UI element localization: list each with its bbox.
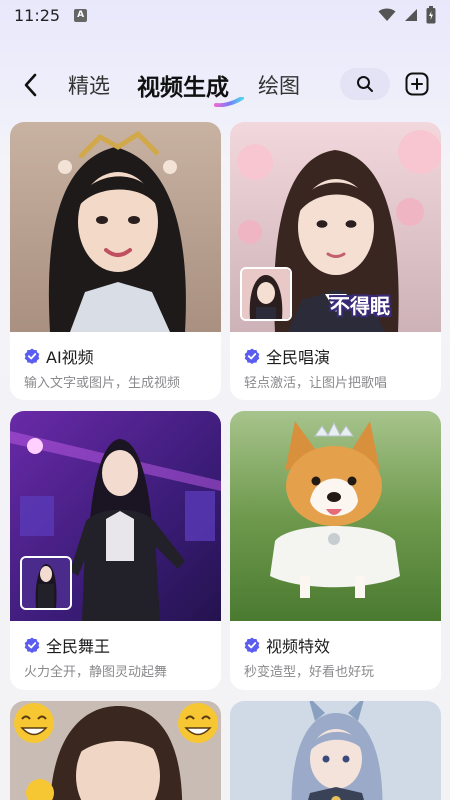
card-dance[interactable]: 全民舞王 火力全开，静图灵动起舞 [10, 411, 221, 690]
card-info: 全民唱演 轻点激活，让图片把歌唱 [230, 332, 441, 400]
card-title: 视频特效 [266, 637, 331, 656]
card-subtitle: 火力全开，静图灵动起舞 [24, 665, 168, 680]
video-effects-thumbnail [230, 411, 441, 621]
lyric-overlay: 不得眠 [330, 294, 390, 318]
card-info: 视频特效 秒变造型，好看也好玩 [230, 621, 441, 690]
card-emoji-effect[interactable] [10, 701, 221, 800]
status-bar: 11:25 A [0, 0, 450, 30]
verified-badge-icon [244, 637, 260, 653]
emoji-effect-thumbnail [10, 701, 221, 800]
card-sing[interactable]: 不得眠 全民唱演 轻点激活，让图片把歌唱 [230, 122, 441, 400]
card-info: AI视频 输入文字或图片，生成视频 [10, 332, 221, 400]
tab-jingxuan[interactable]: 精选 [68, 70, 110, 100]
source-image-thumbnail [240, 267, 292, 321]
card-video-effects[interactable]: 视频特效 秒变造型，好看也好玩 [230, 411, 441, 690]
status-time: 11:25 [14, 5, 61, 25]
card-title: 全民唱演 [266, 348, 331, 367]
search-button[interactable] [340, 68, 390, 100]
active-tab-indicator [214, 97, 244, 107]
verified-badge-icon [244, 348, 260, 364]
verified-badge-icon [24, 348, 40, 364]
ai-video-thumbnail [10, 122, 221, 332]
search-icon [357, 76, 373, 92]
add-icon[interactable] [405, 72, 429, 96]
card-title: 全民舞王 [46, 637, 111, 656]
source-image-thumbnail [20, 556, 72, 610]
back-icon[interactable] [20, 72, 42, 98]
card-title: AI视频 [46, 348, 94, 367]
card-subtitle: 秒变造型，好看也好玩 [244, 665, 375, 680]
verified-badge-icon [24, 637, 40, 653]
top-nav: 精选 视频生成 绘图 [0, 60, 450, 108]
card-ai-video[interactable]: AI视频 输入文字或图片，生成视频 [10, 122, 221, 400]
card-info: 全民舞王 火力全开，静图灵动起舞 [10, 621, 221, 690]
wifi-icon [378, 8, 396, 21]
card-subtitle: 轻点激活，让图片把歌唱 [244, 376, 388, 391]
tab-drawing[interactable]: 绘图 [258, 70, 300, 100]
battery-icon [426, 6, 436, 24]
card-anime-effect[interactable] [230, 701, 441, 800]
signal-icon [405, 9, 417, 21]
notification-icon: A [74, 8, 88, 22]
card-subtitle: 输入文字或图片，生成视频 [24, 376, 181, 391]
anime-effect-thumbnail [230, 701, 441, 800]
